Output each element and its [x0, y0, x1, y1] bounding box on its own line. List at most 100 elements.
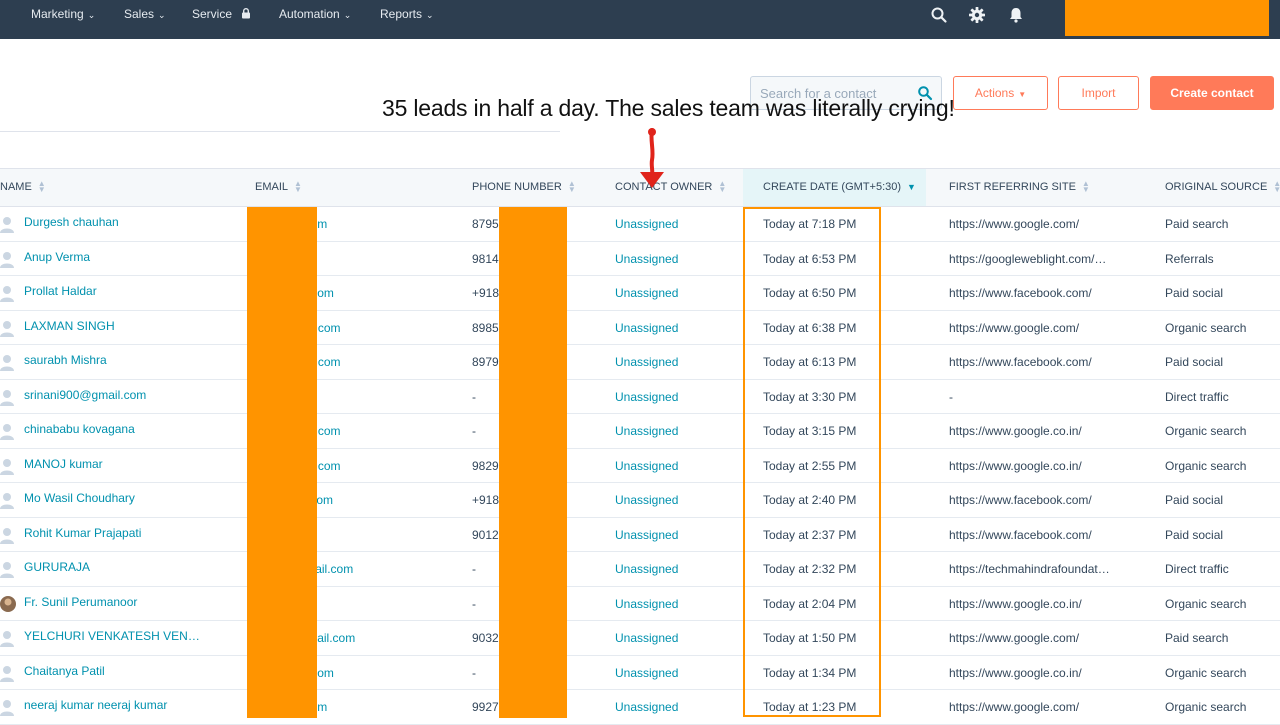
contact-owner-link[interactable]: Unassigned	[615, 690, 725, 724]
first-referring-site: https://www.google.co.in/	[949, 458, 1082, 473]
table-row[interactable]: YELCHURI VENKATESH VEN… yelchuri@gmail.c…	[0, 621, 1280, 656]
contact-name-link[interactable]: Durgesh chauhan	[24, 207, 224, 241]
original-source: Organic search	[1165, 665, 1247, 680]
create-date: Today at 1:23 PM	[763, 700, 857, 714]
original-source: Organic search	[1165, 458, 1247, 473]
avatar-icon	[0, 251, 14, 268]
original-source: Direct traffic	[1165, 562, 1229, 576]
table-row[interactable]: GURURAJA mmady@gmail.com - Unassigned To…	[0, 552, 1280, 587]
avatar-icon	[0, 700, 14, 716]
column-header-create-date[interactable]: CREATE DATE (GMT+5:30) ▼	[743, 169, 926, 206]
contact-name-link[interactable]: Mo Wasil Choudhary	[24, 483, 224, 517]
create-contact-button[interactable]: Create contact	[1150, 76, 1274, 110]
column-header-owner[interactable]: CONTACT OWNER ▲ ▼	[615, 169, 726, 206]
contact-owner-link[interactable]: Unassigned	[615, 276, 725, 310]
contact-name-link[interactable]: Rohit Kumar Prajapati	[24, 518, 224, 552]
contact-name-link[interactable]: GURURAJA	[24, 552, 224, 586]
contact-owner-link[interactable]: Unassigned	[615, 483, 725, 517]
original-source: Paid social	[1165, 286, 1224, 300]
contact-owner-link[interactable]: Unassigned	[615, 311, 725, 345]
header-label: ORIGINAL SOURCE	[1165, 181, 1268, 193]
chevron-down-icon: ⌄	[87, 10, 96, 20]
nav-service[interactable]: Service	[192, 0, 251, 28]
contact-owner-link[interactable]: Unassigned	[615, 414, 725, 448]
contact-name-link[interactable]: saurabh Mishra	[24, 345, 224, 379]
table-row[interactable]: Fr. Sunil Perumanoor n - Unassigned Toda…	[0, 587, 1280, 621]
avatar-icon	[0, 493, 14, 509]
search-icon[interactable]	[930, 6, 948, 24]
contact-name-link[interactable]: Anup Verma	[24, 242, 224, 276]
actions-dropdown-button[interactable]: Actions ▼	[953, 76, 1048, 110]
table-row[interactable]: Mo Wasil Choudhary 311@gmail.com +918 Un…	[0, 483, 1280, 518]
sort-icon: ▲ ▼	[37, 179, 46, 195]
contact-name-link[interactable]: neeraj kumar neeraj kumar	[24, 690, 224, 724]
column-header-name[interactable]: NAME ▲ ▼	[0, 169, 46, 206]
contact-owner-link[interactable]: Unassigned	[615, 656, 725, 690]
nav-marketing[interactable]: Marketing ⌄	[31, 0, 95, 28]
first-referring-site: https://googleweblight.com/…	[949, 251, 1107, 266]
contact-owner-link[interactable]: Unassigned	[615, 380, 725, 414]
original-source: Direct traffic	[1165, 389, 1229, 404]
nav-automation[interactable]: Automation ⌄	[279, 0, 351, 28]
contact-owner-link[interactable]: Unassigned	[615, 518, 725, 552]
nav-reports[interactable]: Reports ⌄	[380, 0, 434, 28]
column-header-phone[interactable]: PHONE NUMBER ▲ ▼	[472, 169, 576, 206]
table-row[interactable]: neeraj kumar neeraj kumar 12@gmail.com 9…	[0, 690, 1280, 725]
create-date: Today at 1:50 PM	[763, 631, 857, 645]
contact-owner-link[interactable]: Unassigned	[615, 345, 725, 379]
contact-name-link[interactable]: Chaitanya Patil	[24, 656, 224, 690]
create-date: Today at 6:38 PM	[763, 320, 857, 335]
contact-name-link[interactable]: Fr. Sunil Perumanoor	[24, 587, 224, 621]
column-header-referring-site[interactable]: FIRST REFERRING SITE ▲ ▼	[949, 169, 1090, 206]
create-date: Today at 7:18 PM	[763, 217, 857, 231]
table-row[interactable]: saurabh Mishra 8979@gmail.com 8979 Unass…	[0, 345, 1280, 380]
table-row[interactable]: Durgesh chauhan 66@gmail.com 8795 Unassi…	[0, 207, 1280, 242]
nav-sales[interactable]: Sales ⌄	[124, 0, 166, 28]
contact-name-link[interactable]: chinababu kovagana	[24, 414, 224, 448]
first-referring-site: https://www.google.co.in/	[949, 665, 1082, 680]
first-referring-site: https://www.google.com/	[949, 217, 1080, 231]
first-referring-site: https://www.google.co.in/	[949, 424, 1082, 438]
header-label: PHONE NUMBER	[472, 181, 562, 193]
first-referring-site: https://www.google.com/	[949, 700, 1080, 714]
first-referring-site: https://techmahindrafoundat…	[949, 562, 1110, 576]
create-date: Today at 6:50 PM	[763, 286, 857, 300]
contact-name-link[interactable]: LAXMAN SINGH	[24, 311, 224, 345]
contact-owner-link[interactable]: Unassigned	[615, 242, 725, 276]
bell-icon[interactable]	[1007, 6, 1025, 24]
create-date: Today at 6:13 PM	[763, 355, 857, 369]
table-row[interactable]: Anup Verma @live.com 9814 Unassigned Tod…	[0, 242, 1280, 276]
column-header-email[interactable]: EMAIL ▲ ▼	[255, 169, 302, 206]
table-row[interactable]: MANOJ kumar 2010@gmail.com 9829 Unassign…	[0, 449, 1280, 483]
contact-name-link[interactable]: srinani900@gmail.com	[24, 380, 224, 414]
original-source: Organic search	[1165, 700, 1247, 714]
table-row[interactable]: LAXMAN SINGH h549@gmail.com 8985 Unassig…	[0, 311, 1280, 345]
table-row[interactable]: Rohit Kumar Prajapati @gmail.com 9012 Un…	[0, 518, 1280, 552]
nav-reports-label: Reports	[380, 7, 423, 21]
chevron-down-icon: ⌄	[426, 10, 434, 20]
contact-owner-link[interactable]: Unassigned	[615, 552, 725, 586]
avatar-icon	[0, 217, 14, 233]
contact-owner-link[interactable]: Unassigned	[615, 449, 725, 483]
sort-icon: ▲ ▼	[718, 179, 727, 195]
avatar-icon	[0, 665, 14, 682]
contact-name-link[interactable]: Prollat Haldar	[24, 276, 224, 310]
table-row[interactable]: chinababu kovagana 6123@gmail.com - Unas…	[0, 414, 1280, 449]
redacted-account-area	[1065, 0, 1269, 36]
contact-owner-link[interactable]: Unassigned	[615, 587, 725, 621]
create-date: Today at 2:04 PM	[763, 596, 857, 611]
column-header-source[interactable]: ORIGINAL SOURCE ▲ ▼	[1165, 169, 1280, 206]
contact-name-link[interactable]: MANOJ kumar	[24, 449, 224, 483]
import-button[interactable]: Import	[1058, 76, 1139, 110]
create-date: Today at 2:32 PM	[763, 562, 857, 576]
avatar-icon	[0, 595, 16, 612]
table-row[interactable]: Prollat Haldar 155@gmail.com +918 Unassi…	[0, 276, 1280, 311]
table-row[interactable]: srinani900@gmail.com @gmail.com - Unassi…	[0, 380, 1280, 414]
table-row[interactable]: Chaitanya Patil 600@gmail.com - Unassign…	[0, 656, 1280, 690]
contact-name-link[interactable]: YELCHURI VENKATESH VEN…	[24, 621, 224, 655]
original-source: Referrals	[1165, 251, 1214, 266]
contact-owner-link[interactable]: Unassigned	[615, 621, 725, 655]
gear-icon[interactable]	[968, 6, 986, 24]
contact-owner-link[interactable]: Unassigned	[615, 207, 725, 241]
create-date: Today at 1:34 PM	[763, 665, 857, 680]
